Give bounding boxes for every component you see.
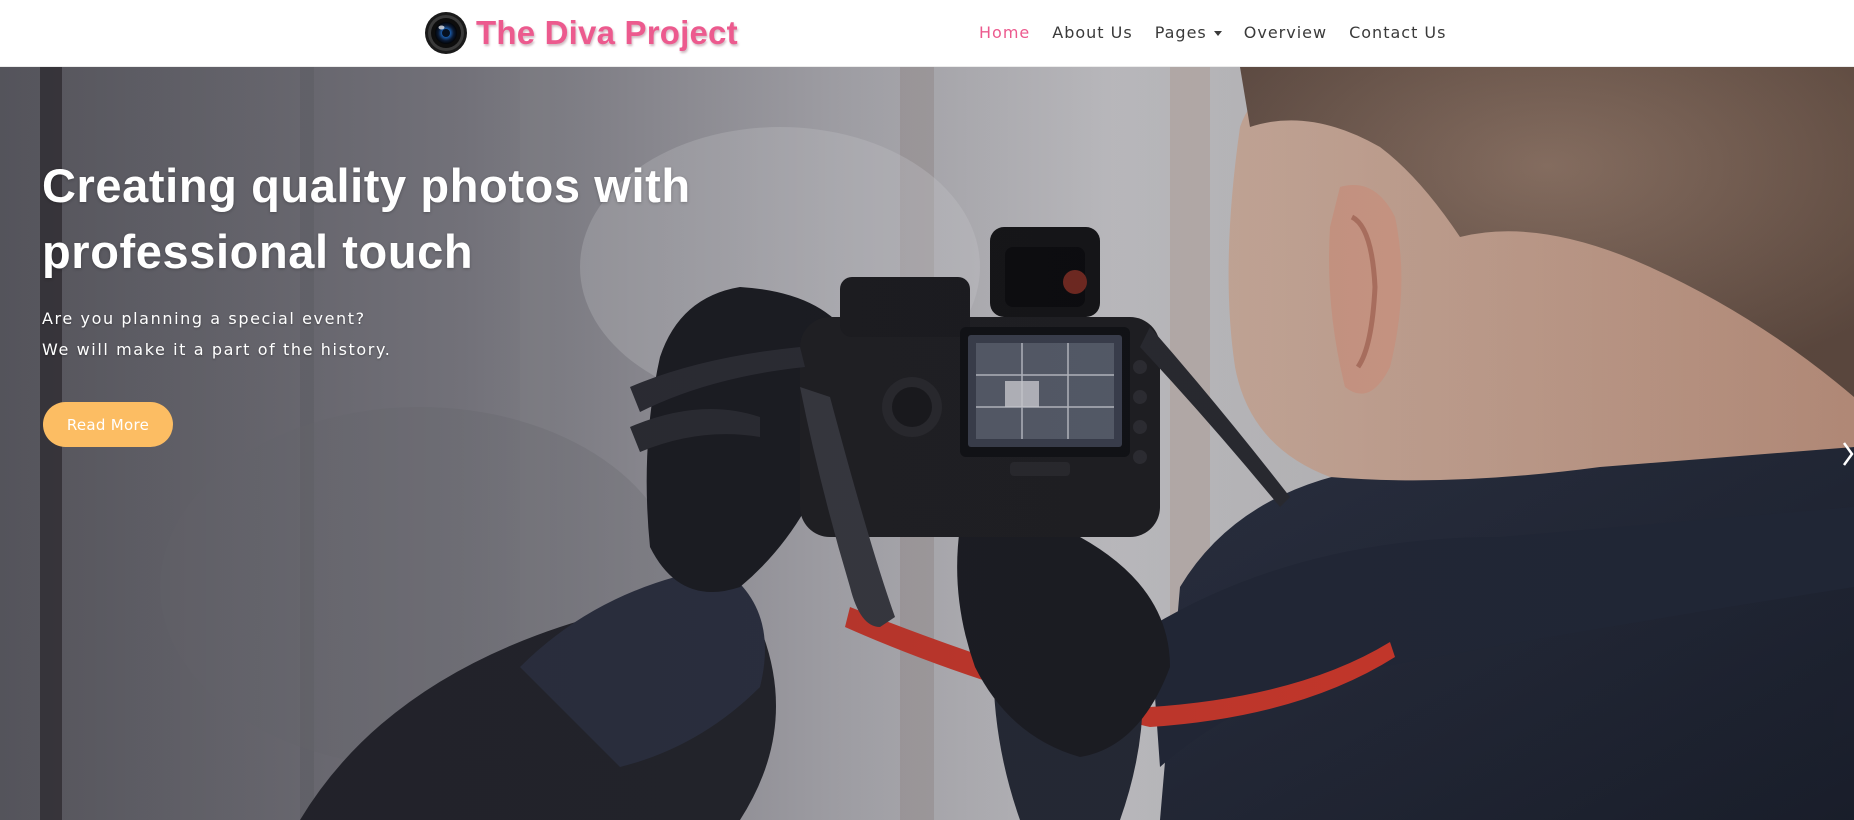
hero-title: Creating quality photos with professiona… (42, 153, 762, 285)
hero-content: Creating quality photos with professiona… (42, 153, 762, 365)
caret-down-icon (1213, 30, 1222, 36)
hero-subtitle-line1: Are you planning a special event? (42, 309, 366, 328)
nav-pages-label: Pages (1154, 23, 1207, 42)
hero-slider: Creating quality photos with professiona… (0, 67, 1854, 820)
brand-link[interactable]: The Diva Project (424, 11, 738, 55)
nav-contact-us-label: Contact Us (1349, 23, 1447, 42)
read-more-button[interactable]: Read More (43, 402, 173, 447)
nav-overview-label: Overview (1243, 23, 1328, 42)
hero-title-line1: Creating quality photos with (42, 159, 691, 212)
chevron-right-icon[interactable] (1842, 439, 1854, 469)
nav-overview[interactable]: Overview (1244, 23, 1327, 42)
nav-about-us[interactable]: About Us (1052, 23, 1132, 42)
nav-about-us-label: About Us (1052, 23, 1133, 42)
nav-contact-us[interactable]: Contact Us (1349, 23, 1446, 42)
brand-name: The Diva Project (476, 14, 738, 51)
nav-home-label: Home (979, 23, 1031, 42)
nav-home[interactable]: Home (979, 23, 1030, 42)
navbar: The Diva Project Home About Us Pages Ove… (0, 0, 1854, 67)
camera-lens-icon (425, 12, 467, 54)
hero-subtitle-line2: We will make it a part of the history. (42, 340, 392, 359)
hero-title-line2: professional touch (42, 225, 474, 278)
nav-pages-dropdown[interactable]: Pages (1155, 23, 1222, 42)
main-nav: Home About Us Pages Overview Contact Us (979, 0, 1468, 65)
hero-subtitle: Are you planning a special event? We wil… (42, 303, 762, 365)
